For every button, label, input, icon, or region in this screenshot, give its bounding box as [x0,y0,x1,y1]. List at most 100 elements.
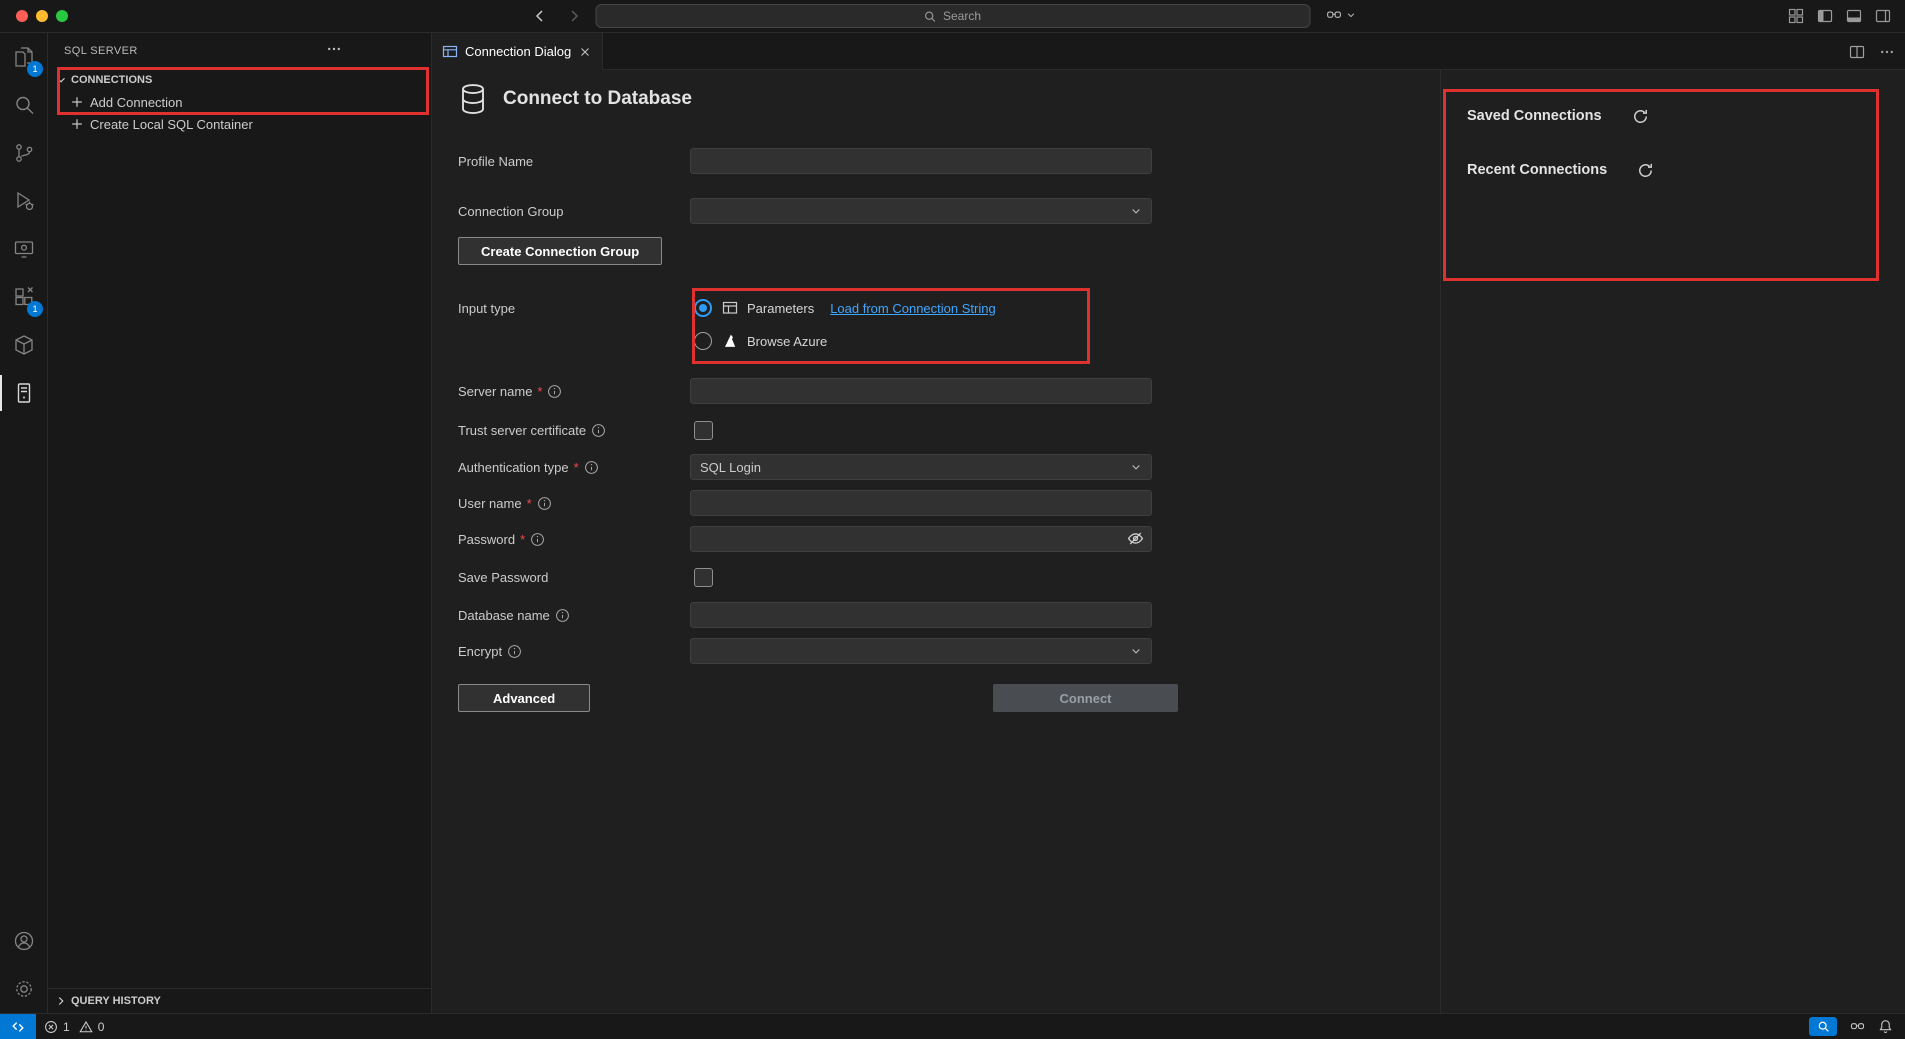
toggle-password-visibility-icon[interactable] [1127,530,1144,547]
explorer-badge: 1 [27,61,43,77]
toggle-primary-sidebar-icon[interactable] [1817,8,1833,24]
database-name-input[interactable] [690,602,1152,628]
copilot-menu-button[interactable] [1325,6,1356,24]
refresh-saved-connections-icon[interactable] [1632,108,1649,125]
browse-azure-radio[interactable] [694,332,712,350]
encrypt-label: Encrypt [458,644,502,659]
activity-run-debug[interactable] [0,177,47,225]
profile-name-label: Profile Name [458,154,533,169]
problems-indicator[interactable]: 1 0 [36,1020,112,1034]
sql-server-icon [12,381,36,405]
warning-icon [79,1020,93,1034]
notifications-bell-icon[interactable] [1878,1019,1893,1034]
load-from-connection-string-link[interactable]: Load from Connection String [830,301,995,316]
sidebar: SQL SERVER CONNECTIONS Add Connection Cr… [48,33,432,1013]
activity-extensions[interactable]: 1 [0,273,47,321]
encrypt-select[interactable] [690,638,1152,664]
copilot-status-icon[interactable] [1849,1018,1866,1035]
database-icon [458,82,488,116]
zoom-indicator-button[interactable] [1809,1017,1837,1036]
azure-icon [722,333,738,349]
password-input[interactable] [690,526,1152,552]
command-center-search[interactable]: Search [595,4,1310,28]
create-local-sql-container-item[interactable]: Create Local SQL Container [48,113,431,135]
package-icon [12,333,36,357]
password-label: Password [458,532,515,547]
chevron-down-icon [1130,205,1142,217]
sidebar-title: SQL SERVER [64,45,138,57]
tab-bar: Connection Dialog [432,33,1905,70]
forward-button[interactable] [564,6,584,26]
plus-icon [70,95,84,109]
authentication-type-label: Authentication type [458,460,569,475]
user-name-input[interactable] [690,490,1152,516]
create-connection-group-button[interactable]: Create Connection Group [458,237,662,265]
activity-sql-server[interactable] [0,369,47,417]
activity-accounts[interactable] [0,917,47,965]
required-marker: * [527,496,532,511]
maximize-window-button[interactable] [56,10,68,22]
server-name-input[interactable] [690,378,1152,404]
info-icon[interactable] [537,496,552,511]
tab-connection-dialog[interactable]: Connection Dialog [432,33,603,70]
refresh-recent-connections-icon[interactable] [1637,162,1654,179]
activity-search[interactable] [0,81,47,129]
connect-button[interactable]: Connect [993,684,1178,712]
info-icon[interactable] [530,532,545,547]
account-icon [12,929,36,953]
save-password-checkbox[interactable] [694,568,713,587]
parameters-icon [722,300,738,316]
info-icon[interactable] [507,644,522,659]
connections-section-header[interactable]: CONNECTIONS [48,69,431,91]
editor-more-actions-icon[interactable] [1879,44,1895,60]
activity-database-projects[interactable] [0,321,47,369]
required-marker: * [520,532,525,547]
saved-connections-label: Saved Connections [1467,108,1602,124]
info-icon[interactable] [547,384,562,399]
parameters-radio[interactable] [694,299,712,317]
user-name-label: User name [458,496,522,511]
chevron-down-icon [1346,10,1356,20]
connection-group-select[interactable] [690,198,1152,224]
connections-panel: Saved Connections Recent Connections [1441,70,1905,1013]
toggle-panel-icon[interactable] [1846,8,1862,24]
editor-area: Connection Dialog Connect to Databas [432,33,1905,1013]
customize-layout-icon[interactable] [1788,8,1804,24]
activity-remote-explorer[interactable] [0,225,47,273]
search-icon [924,10,937,23]
split-editor-icon[interactable] [1849,44,1865,60]
trust-server-certificate-checkbox[interactable] [694,421,713,440]
activity-explorer[interactable]: 1 [0,33,47,81]
status-bar: 1 0 [0,1013,1905,1039]
info-icon[interactable] [584,460,599,475]
info-icon[interactable] [555,608,570,623]
profile-name-input[interactable] [690,148,1152,174]
connection-dialog-content: Connect to Database Profile Name Connect… [432,70,1905,1013]
required-marker: * [574,460,579,475]
minimize-window-button[interactable] [36,10,48,22]
activity-source-control[interactable] [0,129,47,177]
toggle-secondary-sidebar-icon[interactable] [1875,8,1891,24]
chevron-down-icon [1130,645,1142,657]
add-connection-item[interactable]: Add Connection [48,91,431,113]
dialog-title: Connect to Database [503,88,692,110]
sidebar-more-actions[interactable] [326,41,342,57]
back-button[interactable] [530,6,550,26]
query-history-section-header[interactable]: QUERY HISTORY [48,988,431,1013]
plus-icon [70,117,84,131]
info-icon[interactable] [591,423,606,438]
close-window-button[interactable] [16,10,28,22]
activity-settings[interactable] [0,965,47,1013]
run-and-debug-icon [12,189,36,213]
browse-azure-option-label: Browse Azure [747,334,827,349]
trust-server-certificate-label: Trust server certificate [458,423,586,438]
remote-indicator[interactable] [0,1014,36,1039]
vscode-window: Search [0,0,1905,1039]
remote-explorer-icon [12,237,36,261]
close-tab-icon[interactable] [578,45,592,59]
titlebar: Search [0,0,1905,33]
authentication-type-select[interactable]: SQL Login [690,454,1152,480]
error-icon [44,1020,58,1034]
advanced-button[interactable]: Advanced [458,684,590,712]
copilot-icon [1325,6,1343,24]
